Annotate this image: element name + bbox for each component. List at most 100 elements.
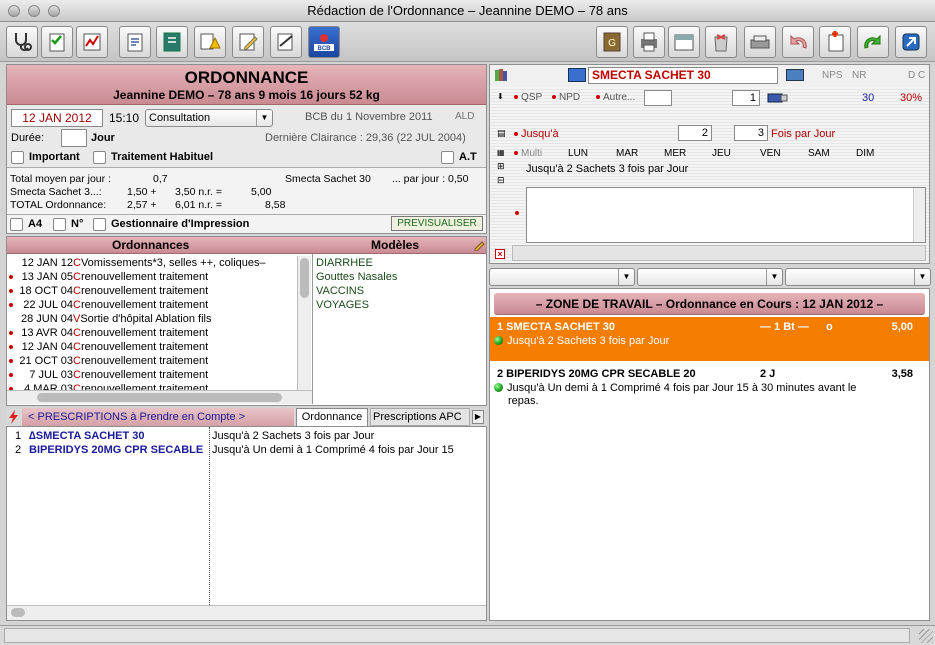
chevron-down-icon: ▼ [256, 110, 272, 126]
archive-button[interactable]: G [596, 26, 628, 58]
download-icon[interactable]: ⬇ [497, 92, 504, 101]
history-scrollbar[interactable] [297, 256, 311, 390]
zone-item[interactable]: 2 BIPERIDYS 20MG CPR SECABLE 20 2 J 3,58 Ju… [490, 364, 929, 410]
validate-button[interactable] [41, 26, 73, 58]
modeles-list: DIARRHEE Gouttes Nasales VACCINS VOYAGES [316, 256, 484, 386]
dose-min-input[interactable]: 2 [678, 125, 712, 141]
list-item[interactable]: 12 JAN 12CVomissements*3, selles ++, col… [7, 256, 266, 270]
modele-item[interactable]: VOYAGES [316, 298, 369, 312]
important-label: Important [29, 151, 80, 163]
dose-max-input[interactable]: 3 [734, 125, 768, 141]
npd-label[interactable]: NPD [552, 92, 580, 103]
tab-scroll-button[interactable]: ▶ [472, 410, 484, 424]
books-icon[interactable] [494, 68, 508, 82]
minus-icon[interactable]: ⊟ [497, 175, 505, 186]
close-window-button[interactable] [8, 5, 20, 17]
day-sam[interactable]: SAM [808, 148, 830, 159]
qsp-label[interactable]: QSP [514, 92, 542, 103]
clear-icon[interactable]: × [495, 249, 505, 259]
list-item[interactable]: 13 JAN 05Crenouvellement traitement [7, 270, 208, 284]
list-item[interactable]: 7 JUL 03Crenouvellement traitement [7, 368, 208, 382]
chart-button[interactable] [76, 26, 108, 58]
tab-prescriptions[interactable]: < PRESCRIPTIONS à Prendre en Compte > [22, 408, 294, 426]
day-mar[interactable]: MAR [616, 148, 638, 159]
prescriptions-hscrollbar[interactable] [7, 605, 486, 620]
filter-select-2[interactable]: ▼ [637, 268, 783, 286]
undo-button[interactable] [782, 26, 814, 58]
add-button[interactable] [819, 26, 851, 58]
day-lun[interactable]: LUN [568, 148, 588, 159]
add-icon[interactable]: ▦ [497, 148, 505, 157]
ordonnance-panel: ORDONNANCE Jeannine DEMO – 78 ans 9 mois… [6, 64, 487, 234]
day-dim[interactable]: DIM [856, 148, 874, 159]
edit-button[interactable] [232, 26, 264, 58]
exit-button[interactable] [895, 26, 927, 58]
calc-icon[interactable]: ▤ [497, 128, 506, 139]
scanner-button[interactable] [744, 26, 776, 58]
modele-item[interactable]: Gouttes Nasales [316, 270, 397, 284]
day-ven[interactable]: VEN [760, 148, 781, 159]
date-field[interactable]: 12 JAN 2012 [11, 109, 103, 127]
screen-icon[interactable] [786, 69, 804, 81]
modele-item[interactable]: VACCINS [316, 284, 364, 298]
minimize-window-button[interactable] [28, 5, 40, 17]
day-mer[interactable]: MER [664, 148, 686, 159]
alert-button[interactable] [194, 26, 226, 58]
matin-button[interactable] [668, 26, 700, 58]
print-button[interactable] [633, 26, 665, 58]
line3-a: 2,57 + [127, 199, 157, 211]
stethoscope-button[interactable] [6, 26, 38, 58]
note-textarea[interactable] [526, 187, 926, 243]
status-field [4, 628, 910, 643]
book-button[interactable] [156, 26, 188, 58]
prescription-row[interactable]: 1 ∆SMECTA SACHET 30 Jusqu'à 2 Sachets 3 fo… [7, 429, 477, 443]
list-item[interactable]: 12 JAN 04Crenouvellement traitement [7, 340, 208, 354]
modele-item[interactable]: DIARRHEE [316, 256, 373, 270]
jusqua-label[interactable]: Jusqu'à [514, 128, 559, 140]
traitement-checkbox[interactable] [93, 151, 106, 164]
filter-select-3[interactable]: ▼ [785, 268, 931, 286]
resize-grip[interactable] [919, 629, 933, 643]
autre-input[interactable] [644, 90, 672, 106]
at-checkbox[interactable] [441, 151, 454, 164]
check-document-icon [49, 33, 65, 52]
bcb-small-icon[interactable] [568, 68, 586, 82]
num-checkbox[interactable] [53, 218, 66, 231]
gestionnaire-checkbox[interactable] [93, 218, 106, 231]
important-checkbox[interactable] [11, 151, 24, 164]
plus-icon[interactable]: ⊞ [497, 161, 505, 172]
list-item[interactable]: 4 MAR 03Crenouvellement traitement [7, 382, 208, 390]
multi-label[interactable]: Multi [514, 148, 542, 159]
list-item[interactable]: 22 JUL 04Crenouvellement traitement [7, 298, 208, 312]
bcb-logo-icon: BCB [314, 34, 334, 52]
zoom-window-button[interactable] [48, 5, 60, 17]
quantity-input[interactable]: 1 [732, 90, 760, 106]
prescription-row[interactable]: 2 BIPERIDYS 20MG CPR SECABLE Jusqu'à Un de… [7, 443, 477, 457]
list-item[interactable]: 21 OCT 03Crenouvellement traitement [7, 354, 208, 368]
consultation-select[interactable]: Consultation ▼ [145, 109, 273, 127]
history-hscrollbar[interactable] [7, 390, 312, 404]
usb-icon[interactable] [766, 89, 788, 105]
day-jeu[interactable]: JEU [712, 148, 731, 159]
tab-apc[interactable]: Prescriptions APC [370, 408, 470, 426]
tab-ordonnance[interactable]: Ordonnance [296, 408, 368, 426]
previsualiser-button[interactable]: PREVISUALISER [391, 216, 483, 231]
list-item[interactable]: 28 JUN 04VSortie d'hôpital Ablation fils [7, 312, 211, 326]
num-label: N° [71, 218, 84, 230]
a4-checkbox[interactable] [10, 218, 23, 231]
list-item[interactable]: 13 AVR 04Crenouvellement traitement [7, 326, 208, 340]
zone-item[interactable]: 1 SMECTA SACHET 30— 1 Bt — o 5,00 Jusqu'à 2… [490, 317, 929, 361]
drug-field[interactable]: SMECTA SACHET 30 [588, 67, 778, 84]
filter-select-1[interactable]: ▼ [489, 268, 635, 286]
list-item[interactable]: 18 OCT 04Crenouvellement traitement [7, 284, 208, 298]
sign-button[interactable] [270, 26, 302, 58]
document-button[interactable] [119, 26, 151, 58]
exit-icon [902, 33, 920, 51]
pencil-icon[interactable] [473, 239, 485, 251]
duree-input[interactable] [61, 129, 87, 147]
bcb-button[interactable]: BCB [308, 26, 340, 58]
trash-icon [714, 34, 728, 52]
trash-button[interactable] [705, 26, 737, 58]
autre-label[interactable]: Autre... [596, 92, 635, 103]
redo-button[interactable] [857, 26, 889, 58]
